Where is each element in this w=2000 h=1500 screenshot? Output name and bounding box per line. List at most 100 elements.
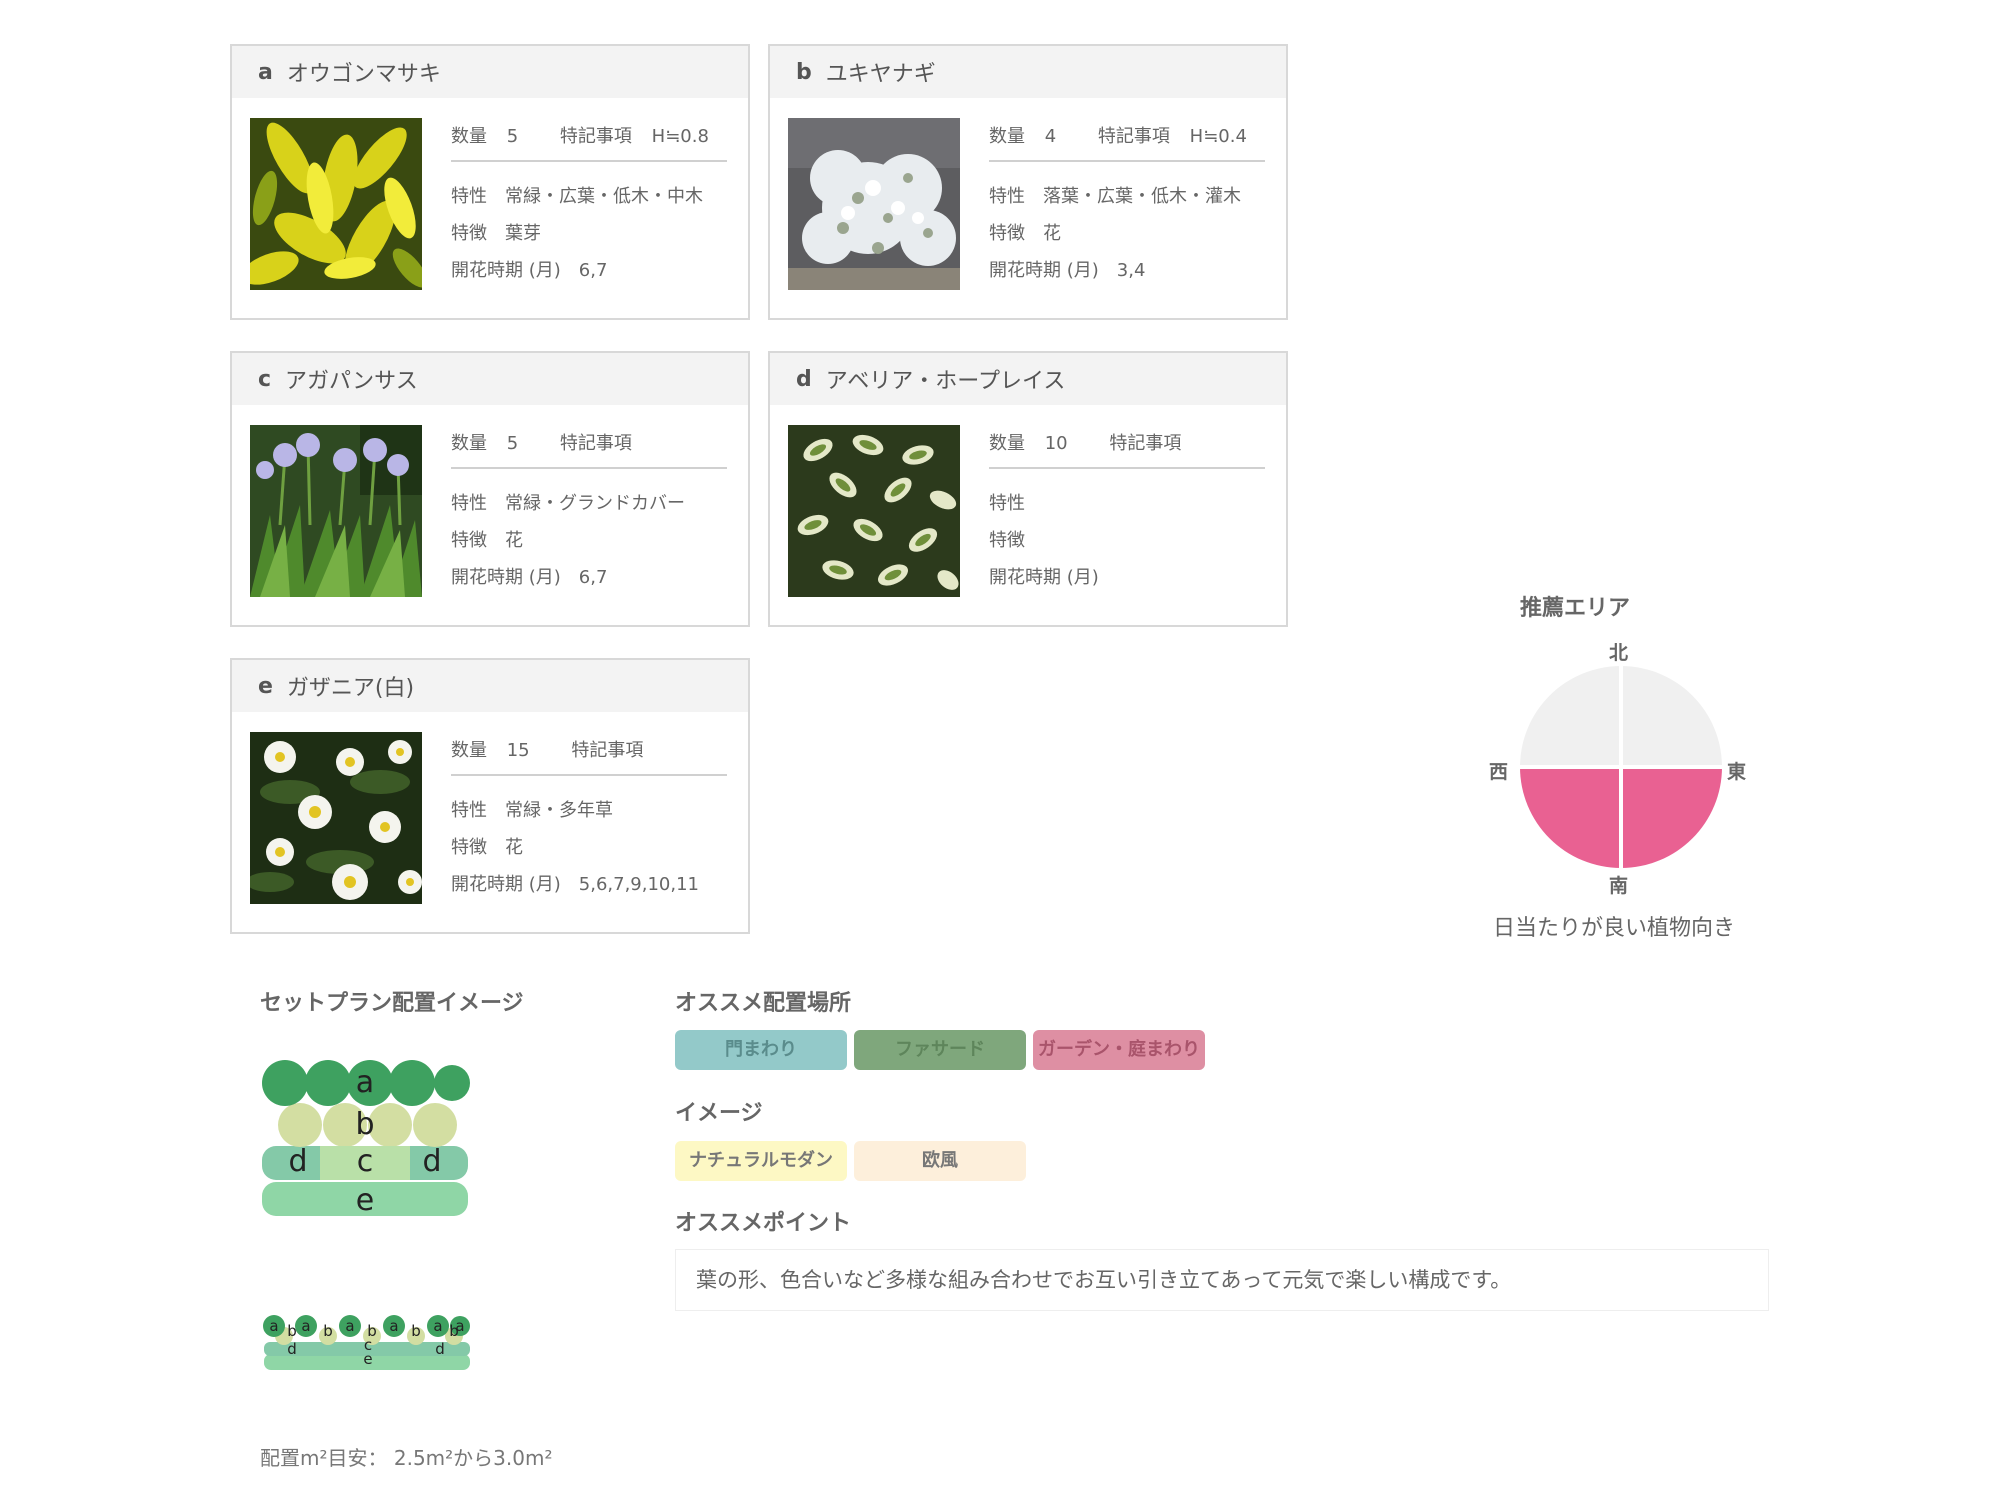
plan-label-d-right: d (422, 1144, 441, 1179)
small-label-b: b (287, 1322, 297, 1340)
feature-value: 花 (505, 837, 523, 858)
note-label: 特記事項 (559, 126, 632, 147)
plant-name: オウゴンマサキ (286, 62, 441, 87)
card-header: d アベリア・ホープレイス (770, 353, 1286, 405)
trait-value: 常緑・グランドカバー (505, 493, 685, 514)
plan-label-c: c (357, 1144, 374, 1179)
compass-caption: 日当たりが良い植物向き (1493, 916, 1736, 941)
plant-photo-golden-masaki (250, 118, 422, 290)
small-label-b: b (411, 1322, 421, 1340)
small-label-e: e (363, 1350, 372, 1368)
compass-north: 北 (1609, 642, 1629, 664)
bloom-label: 開花時期 (月) (451, 260, 561, 281)
small-label-b: b (323, 1322, 333, 1340)
plant-name: ガザニア(白) (286, 676, 415, 701)
compass-west: 西 (1489, 761, 1509, 783)
plant-letter: e (258, 673, 273, 699)
trait-label: 特性 (451, 186, 487, 207)
feature-value: 葉芽 (505, 223, 541, 244)
card-header: a オウゴンマサキ (232, 46, 748, 98)
note-value: H≒0.4 (1189, 126, 1247, 147)
plant-name: ユキヤナギ (825, 62, 936, 87)
small-label-a: a (345, 1317, 354, 1335)
quadrant-north-east (1621, 666, 1722, 767)
small-label-a: a (433, 1317, 442, 1335)
tag-facade[interactable]: ファサード (854, 1030, 1026, 1070)
plant-photo-agapanthus (250, 425, 422, 597)
compass-chart (1518, 664, 1724, 870)
plant-name: アガパンサス (285, 369, 418, 394)
small-label-a: a (301, 1317, 310, 1335)
plant-card-e: e ガザニア(白) 数量 15 特記事項 特性 常緑・多年草 特徴 花 開花時期… (230, 658, 750, 934)
recommended-area-title: 推薦エリア (1520, 596, 1631, 621)
bloom-label: 開花時期 (月) (451, 567, 561, 588)
feature-label: 特徴 (451, 837, 487, 858)
note-label: 特記事項 (559, 433, 632, 454)
plant-card-c: c アガパンサス 数量 5 特記事項 特性 常緑・グランドカバー 特徴 花 開花… (230, 351, 750, 627)
plant-photo-abelia-hopleys (788, 425, 960, 597)
plant-card-d: d アベリア・ホープレイス 数量 10 特記事項 特性 特徴 開花時期 (月) (768, 351, 1288, 627)
note-label: 特記事項 (1097, 126, 1170, 147)
qty-value: 15 (506, 740, 530, 761)
plan-label-e: e (356, 1183, 374, 1218)
trait-value: 常緑・多年草 (505, 800, 613, 821)
plan-layout-small: a b a b a b a b a b a d c e d (263, 1315, 470, 1370)
tag-gate[interactable]: 門まわり (675, 1030, 847, 1070)
bloom-value: 6,7 (578, 260, 608, 281)
bloom-value: 5,6,7,9,10,11 (578, 874, 700, 895)
plant-photo-gazania-white (250, 732, 422, 904)
bloom-label: 開花時期 (月) (989, 260, 1099, 281)
tag-natural-modern[interactable]: ナチュラルモダン (675, 1141, 847, 1181)
card-header: b ユキヤナギ (770, 46, 1286, 98)
trait-label: 特性 (451, 800, 487, 821)
compass-east: 東 (1727, 761, 1747, 783)
plant-letter: c (258, 366, 272, 392)
point-text: 葉の形、色合いなど多様な組み合わせでお互い引き立てあって元気で楽しい構成です。 (675, 1249, 1769, 1311)
quadrant-north-west (1520, 666, 1621, 767)
plant-letter: a (258, 59, 273, 85)
qty-label: 数量 (989, 126, 1025, 147)
note-label: 特記事項 (571, 740, 644, 761)
image-title: イメージ (675, 1101, 763, 1126)
area-estimate: 配置m²目安： 2.5m²から3.0m² (260, 1446, 553, 1470)
small-label-a: a (389, 1317, 398, 1335)
feature-label: 特徴 (451, 223, 487, 244)
trait-value: 常緑・広葉・低木・中木 (505, 186, 703, 207)
plan-layout-large: a b c d d e (262, 1060, 470, 1218)
bloom-value: 3,4 (1116, 260, 1146, 281)
bloom-label: 開花時期 (月) (989, 567, 1099, 588)
feature-label: 特徴 (989, 223, 1025, 244)
plan-label-a: a (356, 1065, 374, 1100)
note-value: H≒0.8 (651, 126, 709, 147)
quadrant-south-east (1621, 767, 1722, 868)
note-label: 特記事項 (1109, 433, 1182, 454)
compass-south: 南 (1609, 875, 1629, 897)
qty-label: 数量 (451, 433, 487, 454)
feature-value: 花 (1043, 223, 1061, 244)
plan-title: セットプラン配置イメージ (260, 991, 524, 1016)
small-label-d: d (287, 1340, 297, 1358)
trait-label: 特性 (989, 493, 1025, 514)
quadrant-south-west (1520, 767, 1621, 868)
qty-label: 数量 (451, 126, 487, 147)
plan-label-d-left: d (288, 1144, 307, 1179)
small-label-a: a (455, 1317, 464, 1335)
feature-label: 特徴 (989, 530, 1025, 551)
feature-label: 特徴 (451, 530, 487, 551)
small-label-d: d (435, 1340, 445, 1358)
plant-card-a: a オウゴンマサキ 数量 5 特記事項 H≒0.8 特性 常緑・広葉・低木・中木… (230, 44, 750, 320)
trait-label: 特性 (989, 186, 1025, 207)
qty-value: 5 (506, 433, 519, 454)
point-title: オススメポイント (675, 1211, 852, 1236)
card-header: e ガザニア(白) (232, 660, 748, 712)
plant-name: アベリア・ホープレイス (825, 369, 1066, 394)
qty-value: 4 (1044, 126, 1057, 147)
card-header: c アガパンサス (232, 353, 748, 405)
plan-label-b: b (355, 1107, 374, 1142)
trait-label: 特性 (451, 493, 487, 514)
placement-title: オススメ配置場所 (675, 991, 852, 1016)
tag-garden[interactable]: ガーデン・庭まわり (1033, 1030, 1205, 1070)
plant-photo-yukiyanagi (788, 118, 960, 290)
tag-european[interactable]: 欧風 (854, 1141, 1026, 1181)
small-label-a: a (269, 1317, 278, 1335)
